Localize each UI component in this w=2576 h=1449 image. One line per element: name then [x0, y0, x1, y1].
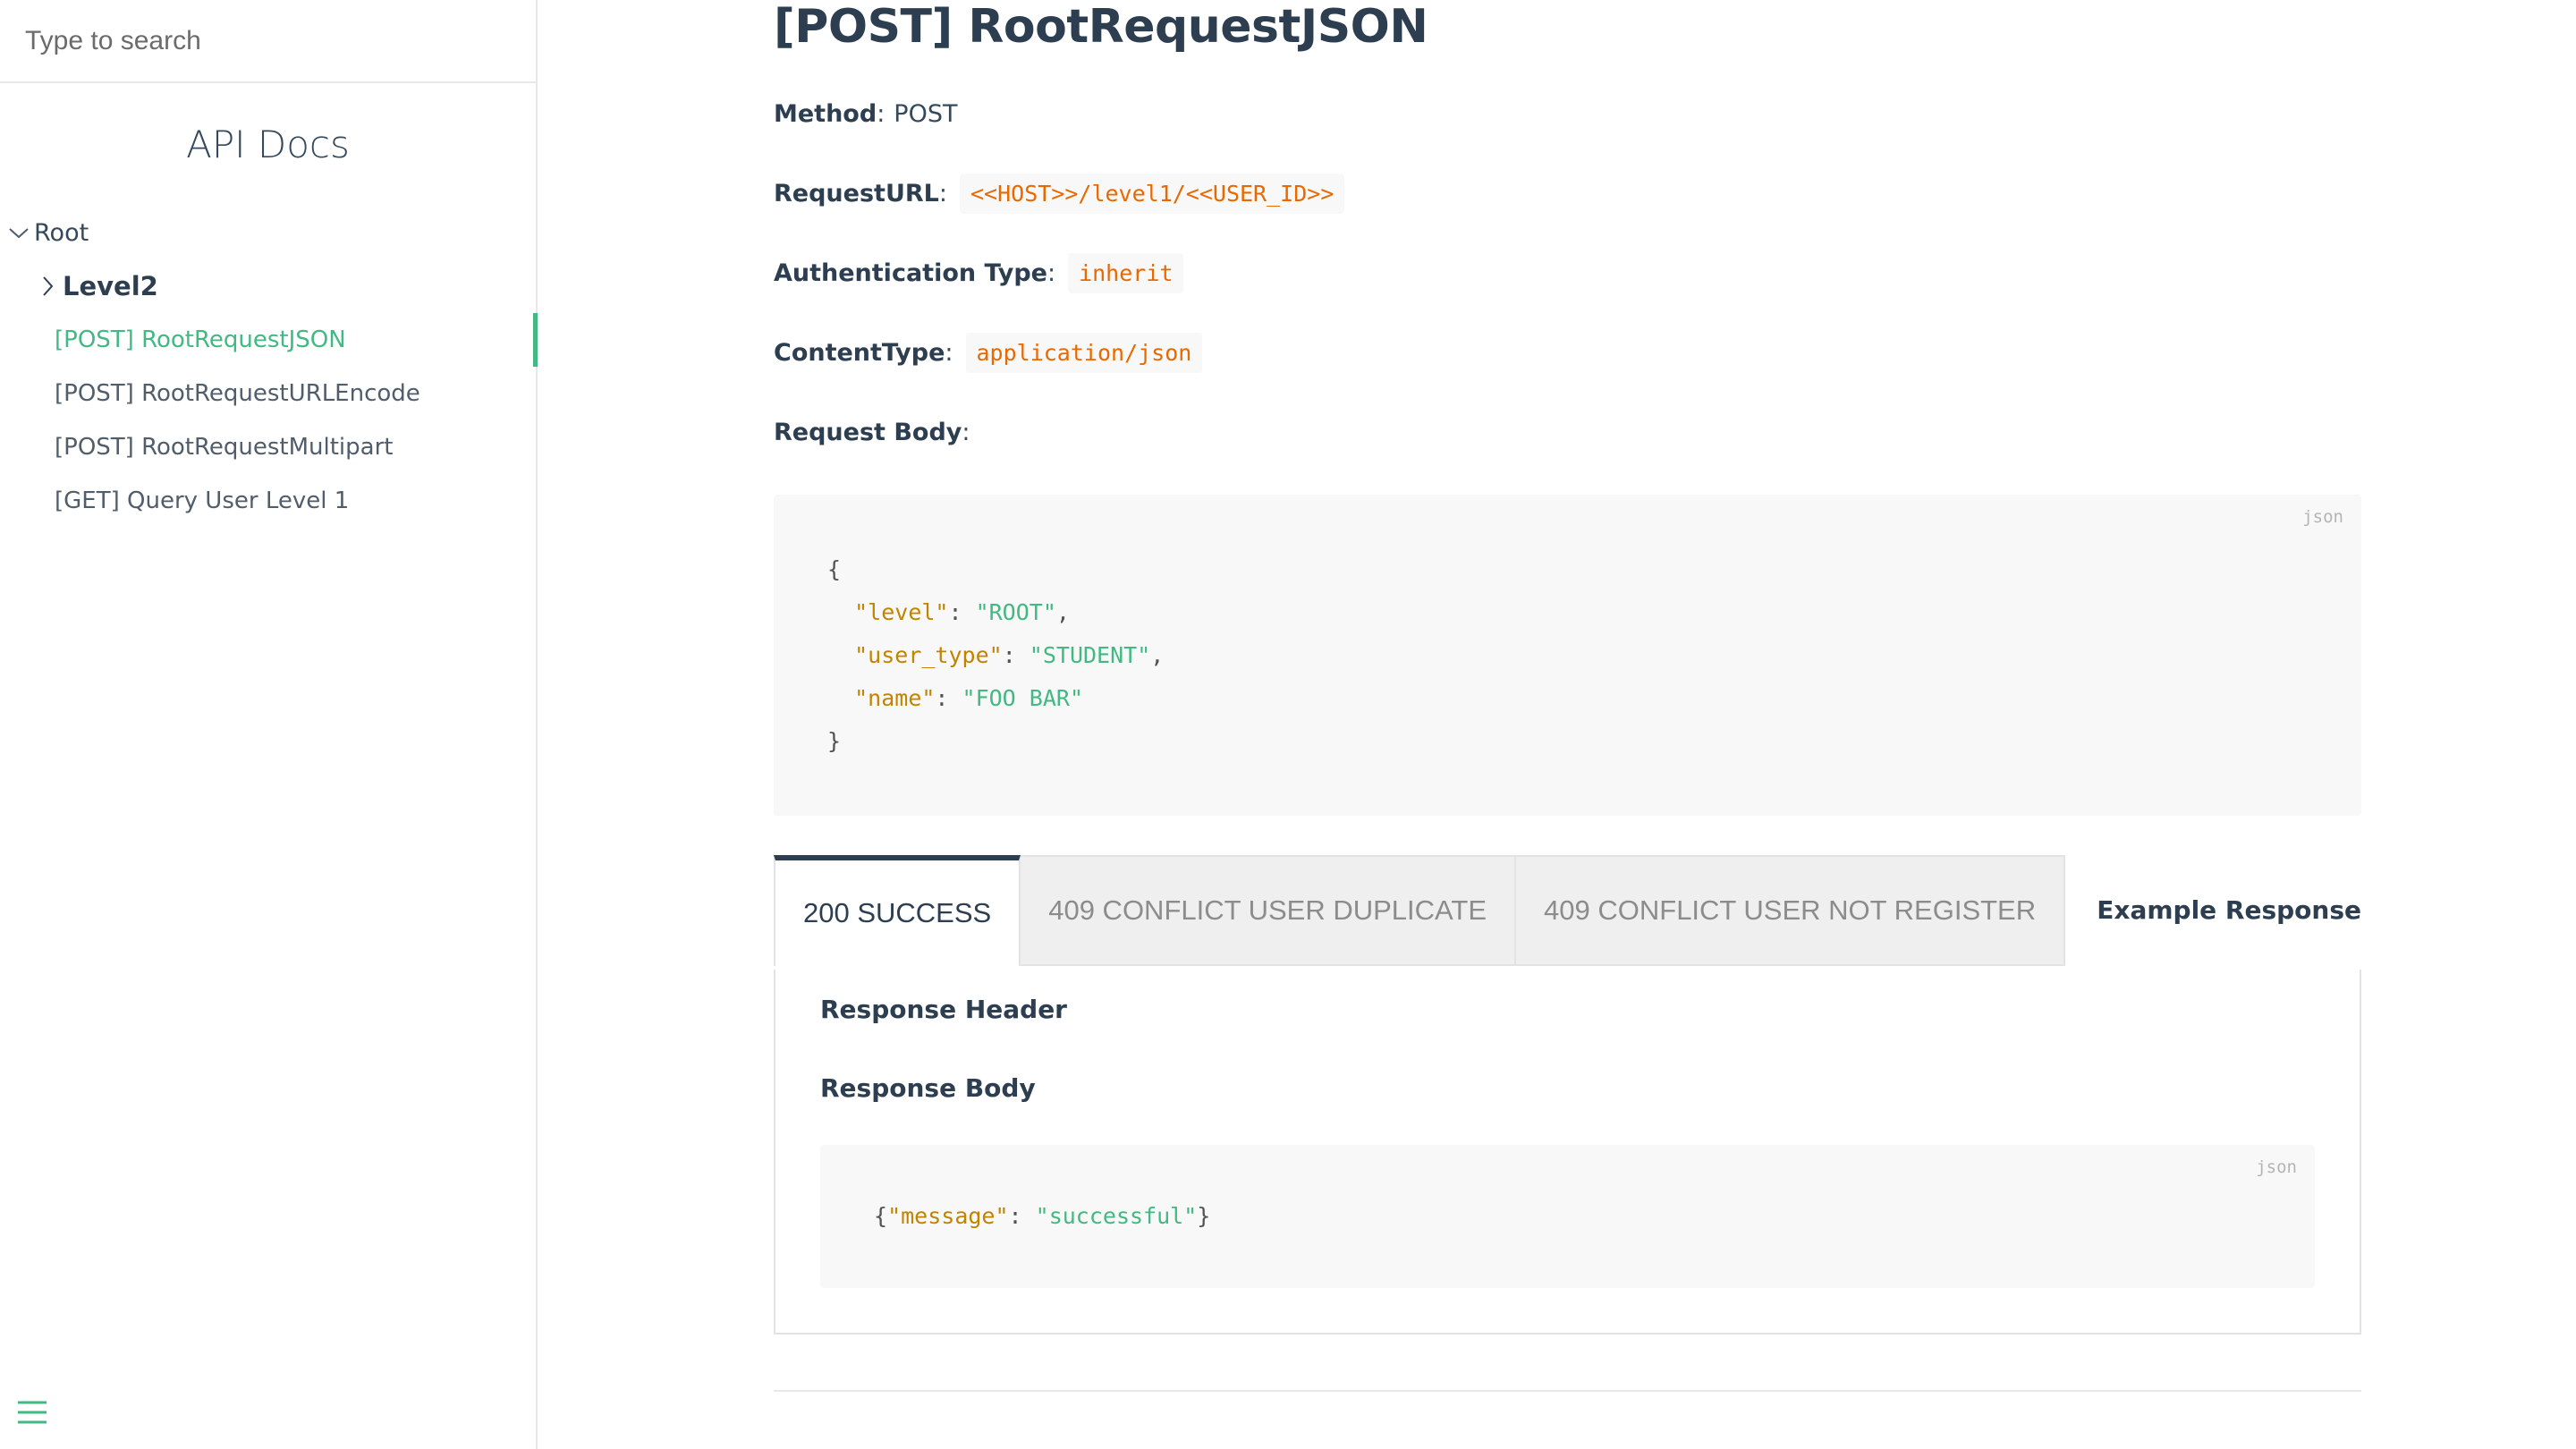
tab-200-success[interactable]: 200 SUCCESS — [774, 855, 1021, 966]
request-body-row: Request Body: — [774, 405, 2361, 459]
colon: : — [1046, 258, 1056, 287]
json-comma: , — [1055, 599, 1070, 625]
sidebar-item-level2[interactable]: Level2 — [0, 259, 536, 313]
sidebar-item-root-request-urlencode[interactable]: [POST] RootRequestURLEncode — [0, 367, 536, 420]
auth-row: Authentication Type: inherit — [774, 246, 2361, 300]
example-response-label: Example Response — [2097, 855, 2361, 966]
json-colon: : — [1002, 642, 1030, 668]
json-value: "STUDENT" — [1029, 642, 1151, 668]
app-name[interactable]: API Docs — [0, 123, 536, 166]
page-title: [POST] RootRequestJSON — [774, 0, 1428, 54]
method-row: Method: POST — [774, 87, 2361, 140]
chevron-right-icon — [34, 273, 61, 300]
request-body-code-block: json { "level": "ROOT", "user_type": "ST… — [774, 495, 2361, 816]
request-url-label: RequestURL — [774, 179, 939, 208]
chevron-down-icon — [5, 219, 32, 246]
tab-panel: Response Header Response Body json {"mes… — [774, 970, 2361, 1335]
request-url-row: RequestURL: <<HOST>>/level1/<<USER_ID>> — [774, 166, 2361, 220]
code-language-label: json — [2302, 507, 2343, 527]
tab-409-conflict-user-duplicate[interactable]: 409 CONFLICT USER DUPLICATE — [1021, 855, 1517, 966]
sidebar-item-root-request-json[interactable]: [POST] RootRequestJSON — [0, 313, 538, 367]
sidebar-item-label: Root — [34, 218, 89, 247]
sidebar-toggle-button[interactable] — [16, 1399, 48, 1426]
code-open-brace: { — [827, 556, 842, 582]
hamburger-menu-icon — [18, 1401, 47, 1424]
content-type-label: ContentType — [774, 338, 945, 367]
colon: : — [938, 179, 947, 208]
json-value: "FOO BAR" — [962, 685, 1083, 711]
json-value: "ROOT" — [975, 599, 1056, 625]
json-colon: : — [948, 599, 976, 625]
content-type-row: ContentType: application/json — [774, 326, 2361, 379]
sidebar-item-label: [POST] RootRequestMultipart — [55, 434, 394, 461]
search-input[interactable] — [25, 25, 508, 56]
auth-value: inherit — [1068, 252, 1184, 293]
json-key: "name" — [854, 685, 936, 711]
code-close-brace: } — [1197, 1203, 1211, 1229]
sidebar-item-label: [POST] RootRequestURLEncode — [55, 380, 420, 407]
response-body-code: {"message": "successful"} — [874, 1195, 2315, 1238]
json-key: "user_type" — [854, 642, 1003, 668]
code-open-brace: { — [874, 1203, 888, 1229]
content-type-value: application/json — [965, 332, 1203, 373]
sidebar: API Docs Root Level2 [POST] RootRequestJ… — [0, 0, 538, 1449]
main-content: [POST] RootRequestJSON Method: POST Requ… — [774, 0, 2361, 1392]
json-comma: , — [1150, 642, 1165, 668]
response-body-label: Response Body — [820, 1072, 1036, 1103]
request-body-code: { "level": "ROOT", "user_type": "STUDENT… — [827, 548, 2361, 763]
sidebar-item-label: [GET] Query User Level 1 — [55, 487, 350, 514]
sidebar-item-query-user-level-1[interactable]: [GET] Query User Level 1 — [0, 474, 536, 528]
sidebar-item-root-request-multipart[interactable]: [POST] RootRequestMultipart — [0, 420, 536, 474]
auth-label: Authentication Type — [774, 258, 1047, 287]
method-value: POST — [894, 99, 958, 128]
json-key: "message" — [887, 1203, 1009, 1229]
sidebar-item-label: Level2 — [63, 271, 158, 301]
response-tabs: 200 SUCCESS 409 CONFLICT USER DUPLICATE … — [774, 855, 2361, 1335]
section-divider — [774, 1390, 2361, 1392]
json-key: "level" — [854, 599, 949, 625]
json-colon: : — [1008, 1203, 1036, 1229]
response-header-label: Response Header — [820, 994, 1067, 1024]
code-close-brace: } — [827, 728, 842, 754]
json-colon: : — [935, 685, 962, 711]
colon: : — [877, 99, 886, 128]
colon: : — [962, 418, 970, 446]
tab-bar: 200 SUCCESS 409 CONFLICT USER DUPLICATE … — [774, 855, 2361, 966]
code-language-label: json — [2256, 1157, 2297, 1177]
tab-409-conflict-user-not-register[interactable]: 409 CONFLICT USER NOT REGISTER — [1516, 855, 2066, 966]
colon: : — [945, 338, 953, 367]
request-body-label: Request Body — [774, 418, 962, 446]
sidebar-nav: Root Level2 [POST] RootRequestJSON [POST… — [0, 206, 538, 528]
json-value: "successful" — [1035, 1203, 1198, 1229]
sidebar-item-label: [POST] RootRequestJSON — [55, 326, 346, 353]
request-url-value: <<HOST>>/level1/<<USER_ID>> — [959, 173, 1345, 214]
search-box — [0, 0, 536, 83]
sidebar-item-root[interactable]: Root — [0, 206, 536, 259]
response-body-code-block: json {"message": "successful"} — [820, 1145, 2315, 1288]
method-label: Method — [774, 99, 877, 128]
